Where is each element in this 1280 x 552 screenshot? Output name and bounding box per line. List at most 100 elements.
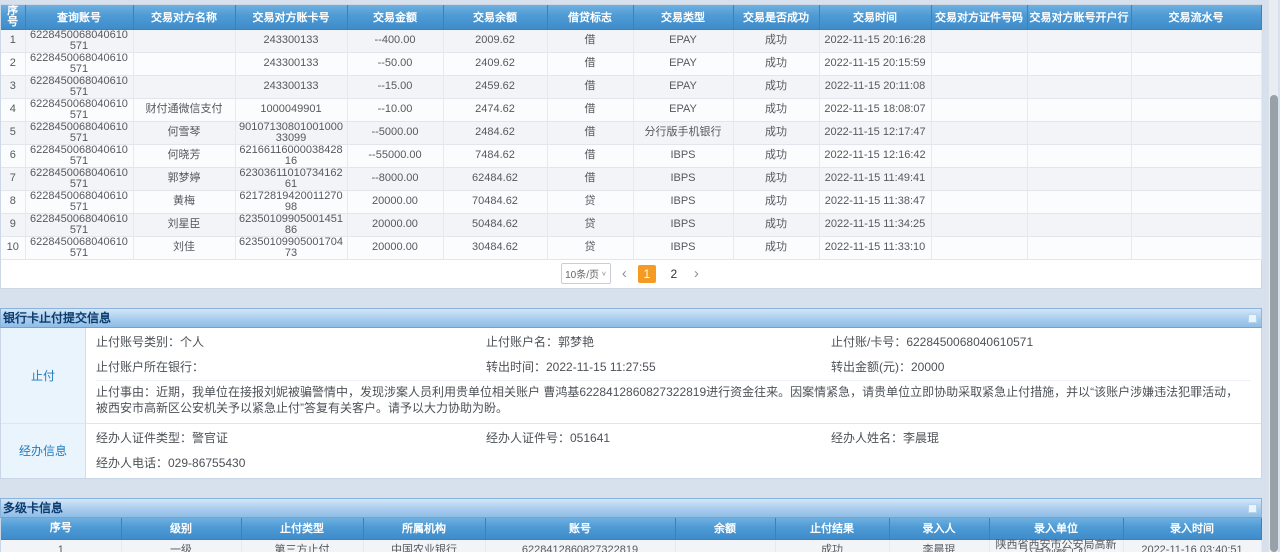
table-cell: 刘佳 <box>133 236 235 259</box>
table-cell: 6228450068040610571 <box>25 52 133 75</box>
table-cell: 借 <box>547 75 633 98</box>
table-cell <box>1027 29 1131 52</box>
column-header: 交易对方账号开户行 <box>1027 5 1131 29</box>
scrollbar-thumb[interactable] <box>1270 95 1278 552</box>
column-header: 交易金额 <box>347 5 443 29</box>
collapse-icon[interactable] <box>1248 504 1257 513</box>
prev-page-button[interactable]: ‹ <box>620 266 629 281</box>
table-row: 56228450068040610571何雪琴90107130801001000… <box>1 121 1261 144</box>
info-field: 经办人证件号：051641 <box>486 426 831 451</box>
transactions-panel: 序号查询账号交易对方名称交易对方账卡号交易金额交易余额借贷标志交易类型交易是否成… <box>0 4 1262 289</box>
table-cell: 5 <box>1 121 25 144</box>
table-cell: 成功 <box>733 190 819 213</box>
table-cell: 6228450068040610571 <box>25 144 133 167</box>
table-cell <box>931 29 1027 52</box>
next-page-button[interactable]: › <box>692 266 701 281</box>
column-header: 查询账号 <box>25 5 133 29</box>
column-header: 止付类型 <box>241 518 363 540</box>
table-cell: 243300133 <box>235 75 347 98</box>
info-field <box>831 451 1251 476</box>
table-cell: 1 <box>1 29 25 52</box>
table-cell: 6235010990500170473 <box>235 236 347 259</box>
collapse-icon[interactable] <box>1248 314 1257 323</box>
info-field: 转出金额(元)：20000 <box>831 355 1251 380</box>
table-cell: 6228450068040610571 <box>25 121 133 144</box>
table-cell: 7484.62 <box>443 144 547 167</box>
table-cell: 借 <box>547 144 633 167</box>
handler-info-group-label: 经办信息 <box>1 424 86 478</box>
table-cell: 2022-11-15 11:49:41 <box>819 167 931 190</box>
table-cell: 黄梅 <box>133 190 235 213</box>
table-cell: IBPS <box>633 213 733 236</box>
table-cell: 6235010990500145186 <box>235 213 347 236</box>
table-cell: --5000.00 <box>347 121 443 144</box>
table-cell: 贷 <box>547 190 633 213</box>
table-cell <box>931 213 1027 236</box>
vertical-scrollbar <box>1268 0 1278 552</box>
multi-card-table-body: 1一级第三方止付中国农业银行6228412860827322819成功李晨琨陕西… <box>1 540 1261 552</box>
table-cell: 成功 <box>733 121 819 144</box>
table-row: 66228450068040610571何晓芳62166116000038428… <box>1 144 1261 167</box>
handler-info-fields: 经办人证件类型：警官证经办人证件号：051641经办人姓名：李晨琨经办人电话：0… <box>96 426 1251 476</box>
stop-payment-group-label: 止付 <box>1 328 86 423</box>
multi-card-section: 多级卡信息 序号级别止付类型所属机构账号余额止付结果录入人录入单位录入时间 1一… <box>0 498 1262 552</box>
table-cell: IBPS <box>633 167 733 190</box>
table-cell: 财付通微信支付 <box>133 98 235 121</box>
page-button-2[interactable]: 2 <box>665 265 683 283</box>
column-header: 录入时间 <box>1123 518 1261 540</box>
table-cell: 何雪琴 <box>133 121 235 144</box>
table-cell: 借 <box>547 52 633 75</box>
stop-payment-section: 银行卡止付提交信息 止付 止付账号类别：个人止付账户名：郭梦艳止付账/卡号：62… <box>0 308 1262 479</box>
stop-payment-info-table: 止付 止付账号类别：个人止付账户名：郭梦艳止付账/卡号：622845006804… <box>0 328 1262 479</box>
table-cell: 2022-11-15 12:16:42 <box>819 144 931 167</box>
table-cell: 6228412860827322819 <box>485 540 675 552</box>
column-header: 录入单位 <box>989 518 1123 540</box>
table-cell: 6228450068040610571 <box>25 213 133 236</box>
table-cell: IBPS <box>633 236 733 259</box>
column-header: 序号 <box>1 5 25 29</box>
table-cell: 郭梦婷 <box>133 167 235 190</box>
table-cell: 6228450068040610571 <box>25 167 133 190</box>
table-cell: 2459.62 <box>443 75 547 98</box>
table-cell: 20000.00 <box>347 213 443 236</box>
table-cell <box>1131 121 1261 144</box>
handler-info-group: 经办信息 经办人证件类型：警官证经办人证件号：051641经办人姓名：李晨琨经办… <box>1 424 1261 478</box>
table-cell <box>1027 98 1131 121</box>
table-cell: 243300133 <box>235 29 347 52</box>
page-content: 序号查询账号交易对方名称交易对方账卡号交易金额交易余额借贷标志交易类型交易是否成… <box>0 0 1262 552</box>
column-header: 交易余额 <box>443 5 547 29</box>
info-field: 经办人姓名：李晨琨 <box>831 426 1251 451</box>
column-header: 录入人 <box>889 518 989 540</box>
column-header: 交易对方账卡号 <box>235 5 347 29</box>
table-cell: EPAY <box>633 52 733 75</box>
table-cell: 成功 <box>733 98 819 121</box>
table-cell: 成功 <box>733 167 819 190</box>
table-cell: 成功 <box>775 540 889 552</box>
table-cell <box>1131 75 1261 98</box>
table-row: 36228450068040610571243300133--15.002459… <box>1 75 1261 98</box>
transactions-table-header: 序号查询账号交易对方名称交易对方账卡号交易金额交易余额借贷标志交易类型交易是否成… <box>1 5 1261 29</box>
page-button-1[interactable]: 1 <box>638 265 656 283</box>
table-cell <box>931 167 1027 190</box>
table-cell: 6228450068040610571 <box>25 190 133 213</box>
column-header: 交易对方证件号码 <box>931 5 1027 29</box>
table-row: 106228450068040610571刘佳62350109905001704… <box>1 236 1261 259</box>
table-cell <box>931 121 1027 144</box>
info-field: 止付账户所在银行： <box>96 355 486 380</box>
table-cell: 62484.62 <box>443 167 547 190</box>
table-cell <box>1027 167 1131 190</box>
multi-card-table: 序号级别止付类型所属机构账号余额止付结果录入人录入单位录入时间 1一级第三方止付… <box>1 518 1262 552</box>
table-cell <box>931 190 1027 213</box>
table-cell: 2 <box>1 52 25 75</box>
page-size-select[interactable]: 10条/页 ∨ <box>561 263 611 284</box>
table-cell: --55000.00 <box>347 144 443 167</box>
table-cell: 70484.62 <box>443 190 547 213</box>
table-cell: 9 <box>1 213 25 236</box>
table-cell: 4 <box>1 98 25 121</box>
column-header: 止付结果 <box>775 518 889 540</box>
table-cell: 第三方止付 <box>241 540 363 552</box>
multi-card-table-header: 序号级别止付类型所属机构账号余额止付结果录入人录入单位录入时间 <box>1 518 1261 540</box>
page-size-label: 10条/页 <box>565 266 599 281</box>
table-cell <box>1027 236 1131 259</box>
table-cell <box>1027 190 1131 213</box>
